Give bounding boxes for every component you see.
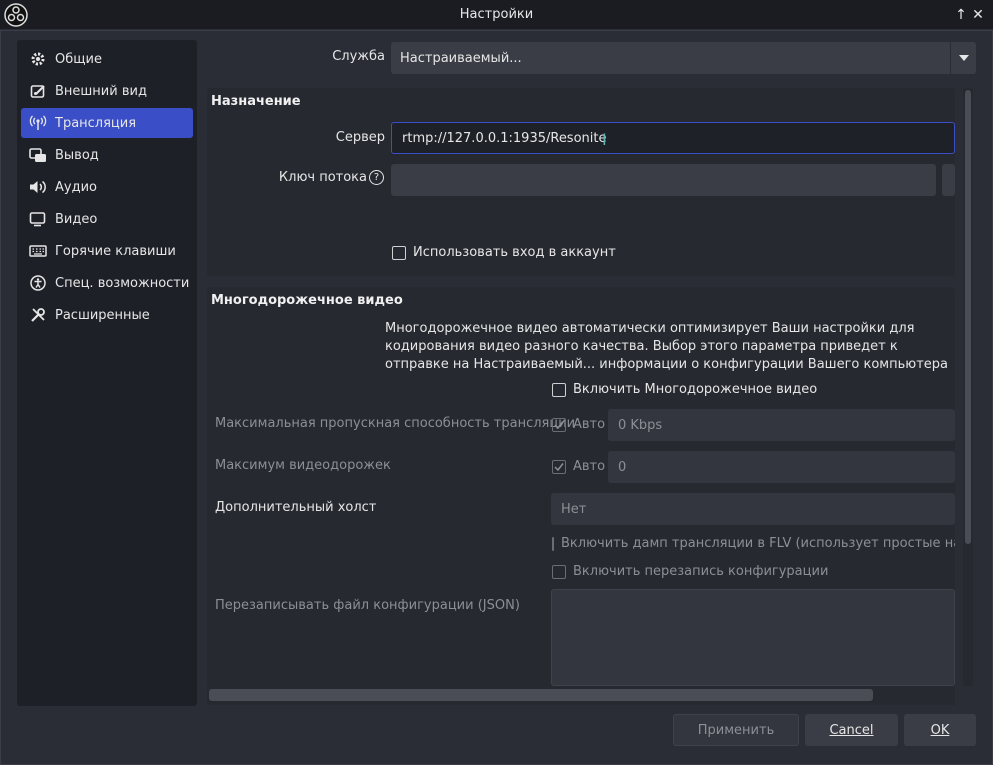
auto-label: Авто: [573, 417, 606, 432]
sidebar-item-video[interactable]: Видео: [21, 204, 193, 234]
checkbox-box[interactable]: [552, 536, 554, 551]
sidebar-item-label: Аудио: [55, 179, 97, 195]
checkmark-icon: [554, 462, 564, 471]
max-bandwidth-auto-checkbox[interactable]: Авто: [552, 417, 605, 432]
horizontal-scrollbar[interactable]: [207, 687, 955, 705]
enable-multitrack-label: Включить Многодорожечное видео: [573, 382, 818, 397]
window-title: Настройки: [459, 7, 534, 22]
enable-multitrack-checkbox[interactable]: Включить Многодорожечное видео: [552, 382, 817, 397]
sidebar-item-advanced[interactable]: Расширенные: [21, 300, 193, 330]
apply-button[interactable]: Применить: [673, 714, 799, 746]
speaker-icon: [29, 178, 47, 196]
use-account-label: Использовать вход в аккаунт: [413, 245, 616, 260]
sidebar-item-stream[interactable]: Трансляция: [21, 108, 193, 138]
config-json-textarea[interactable]: [551, 589, 955, 686]
service-value: Настраиваемый...: [400, 50, 522, 66]
broadcast-icon: [29, 114, 47, 132]
cancel-button[interactable]: Cancel: [805, 714, 898, 746]
keyboard-icon: [29, 242, 47, 260]
sidebar-item-label: Видео: [55, 211, 98, 227]
server-value: rtmp://127.0.0.1:1935/Resonite: [402, 130, 607, 146]
checkbox-box[interactable]: [552, 417, 566, 432]
server-label: Сервер: [335, 130, 385, 145]
sidebar-item-label: Расширенные: [55, 307, 150, 323]
help-icon[interactable]: ?: [369, 170, 384, 185]
checkbox-box[interactable]: [392, 245, 406, 260]
maximize-icon[interactable]: ↑: [953, 6, 969, 24]
multitrack-description: Многодорожечное видео автоматически опти…: [385, 321, 948, 372]
output-icon: [29, 146, 47, 164]
sidebar-item-appearance[interactable]: Внешний вид: [21, 76, 193, 106]
text-cursor-icon: I: [602, 130, 607, 149]
scrollbar-thumb[interactable]: [965, 90, 971, 544]
sidebar-item-label: Горячие клавиши: [55, 243, 176, 259]
extra-canvas-label: Дополнительный холст: [215, 500, 377, 515]
settings-sidebar: Общие Внешний вид Трансляция Вывод Аудио…: [17, 40, 197, 706]
stream-key-label: Ключ потока: [278, 170, 367, 185]
config-override-checkbox[interactable]: Включить перезапись конфигурации: [552, 564, 828, 579]
service-label: Служба: [332, 49, 385, 64]
destination-title: Назначение: [211, 94, 301, 109]
auto-label: Авто: [573, 459, 606, 474]
sidebar-item-audio[interactable]: Аудио: [21, 172, 193, 202]
show-key-button[interactable]: [942, 164, 955, 196]
sidebar-item-output[interactable]: Вывод: [21, 140, 193, 170]
multitrack-title: Многодорожечное видео: [211, 293, 403, 308]
sidebar-item-accessibility[interactable]: Спец. возможности: [21, 268, 193, 298]
title-bar: Настройки ↑ ✕: [0, 0, 993, 30]
max-bandwidth-label: Максимальная пропускная способность тран…: [215, 416, 576, 431]
extra-canvas-select[interactable]: Нет: [551, 493, 955, 525]
service-select[interactable]: Настраиваемый...: [391, 42, 976, 74]
sidebar-item-label: Спец. возможности: [55, 275, 190, 291]
use-account-checkbox[interactable]: Использовать вход в аккаунт: [392, 245, 616, 260]
accessibility-icon: [29, 274, 47, 292]
checkbox-box[interactable]: [552, 382, 566, 397]
max-tracks-label: Максимум видеодорожек: [215, 458, 391, 473]
server-input[interactable]: rtmp://127.0.0.1:1935/Resonite I: [391, 122, 955, 154]
close-icon[interactable]: ✕: [970, 6, 986, 24]
sidebar-item-label: Общие: [55, 51, 102, 67]
checkbox-box[interactable]: [552, 564, 566, 579]
flv-dump-checkbox[interactable]: Включить дамп трансляции в FLV (использу…: [552, 536, 955, 551]
max-bandwidth-input[interactable]: 0 Kbps: [608, 409, 955, 441]
max-tracks-auto-checkbox[interactable]: Авто: [552, 459, 605, 474]
checkmark-icon: [554, 420, 564, 429]
vertical-scrollbar[interactable]: [963, 88, 973, 686]
appearance-icon: [29, 82, 47, 100]
config-file-label: Перезаписывать файл конфигурации (JSON): [215, 598, 520, 613]
sidebar-item-label: Вывод: [55, 147, 99, 163]
scrollbar-thumb[interactable]: [209, 689, 873, 701]
checkbox-box[interactable]: [552, 459, 566, 474]
max-tracks-input[interactable]: 0: [608, 451, 955, 483]
ok-button[interactable]: OK: [904, 714, 976, 746]
sidebar-item-general[interactable]: Общие: [21, 44, 193, 74]
stream-key-input[interactable]: [391, 164, 936, 196]
sidebar-item-label: Трансляция: [55, 115, 137, 131]
config-override-label: Включить перезапись конфигурации: [573, 564, 829, 579]
tools-icon: [29, 306, 47, 324]
gear-icon: [29, 50, 47, 68]
monitor-icon: [29, 210, 47, 228]
chevron-down-icon: [950, 42, 976, 74]
sidebar-item-hotkeys[interactable]: Горячие клавиши: [21, 236, 193, 266]
sidebar-item-label: Внешний вид: [55, 83, 147, 99]
flv-dump-label: Включить дамп трансляции в FLV (использу…: [561, 536, 955, 551]
